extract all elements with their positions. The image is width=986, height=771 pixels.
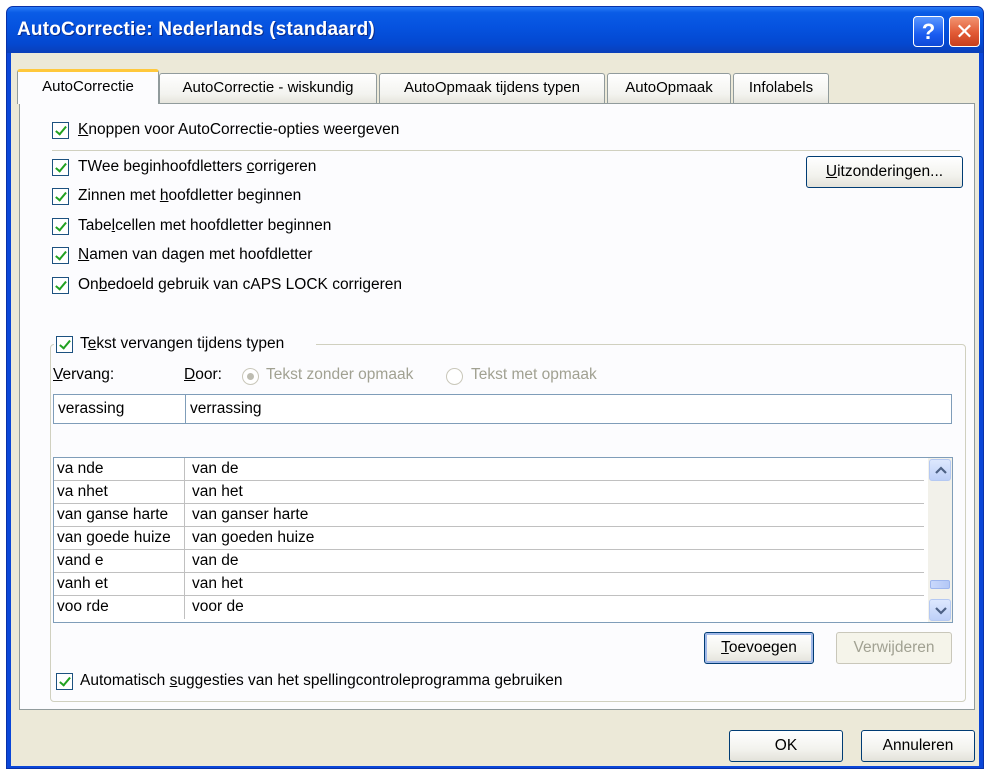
table-row[interactable]: vand e van de — [54, 550, 924, 573]
two-initial-caps-checkbox[interactable] — [52, 159, 69, 176]
with-cell: van de — [192, 552, 239, 569]
dialog-title: AutoCorrectie: Nederlands (standaard) — [17, 19, 375, 40]
with-cell: van het — [192, 575, 243, 592]
scroll-thumb[interactable] — [930, 580, 950, 589]
tab-autoopmaak[interactable]: AutoOpmaak — [607, 73, 731, 103]
plain-text-radio-label[interactable]: Tekst zonder opmaak — [266, 366, 413, 384]
replace-cell: van ganse harte — [54, 504, 185, 527]
replace-cell: voo rde — [54, 596, 185, 619]
replacement-list[interactable]: va nde van de va nhet van het van ganse … — [53, 457, 953, 623]
table-row[interactable]: va nde van de — [54, 458, 924, 481]
with-field-label: Door: — [184, 366, 222, 383]
exceptions-button[interactable]: Uitzonderingen... — [806, 156, 963, 188]
sentence-caps-checkbox[interactable] — [52, 188, 69, 205]
table-row[interactable]: vanh et van het — [54, 573, 924, 596]
plain-text-radio[interactable] — [242, 368, 259, 385]
sentence-caps-label[interactable]: Zinnen met hoofdletter beginnen — [78, 187, 301, 205]
spelling-suggestions-label[interactable]: Automatisch suggesties van het spellingc… — [80, 672, 563, 690]
add-button[interactable]: Toevoegen — [704, 632, 814, 664]
table-row[interactable]: van ganse harte van ganser harte — [54, 504, 924, 527]
ok-button[interactable]: OK — [729, 730, 843, 762]
delete-button[interactable]: Verwijderen — [836, 632, 952, 664]
replace-cell: van goede huize — [54, 527, 185, 550]
day-names-label[interactable]: Namen van dagen met hoofdletter — [78, 246, 312, 264]
replace-text-checkbox[interactable] — [56, 336, 73, 353]
spelling-suggestions-checkbox[interactable] — [56, 673, 73, 690]
replace-cell: va nhet — [54, 481, 185, 504]
replace-cell: vanh et — [54, 573, 185, 596]
tab-autocorrectie-wiskundig[interactable]: AutoCorrectie - wiskundig — [159, 73, 377, 103]
with-cell: van de — [192, 460, 239, 477]
with-cell: voor de — [192, 598, 244, 615]
with-cell: van goeden huize — [192, 529, 315, 546]
tab-autoopmaak-tijdens-typen[interactable]: AutoOpmaak tijdens typen — [379, 73, 605, 103]
caps-lock-checkbox[interactable] — [52, 277, 69, 294]
formatted-text-radio-label[interactable]: Tekst met opmaak — [471, 366, 597, 384]
table-row[interactable]: va nhet van het — [54, 481, 924, 504]
replace-text-label[interactable]: Tekst vervangen tijdens typen — [80, 335, 284, 353]
cancel-button[interactable]: Annuleren — [861, 730, 975, 762]
title-bar[interactable]: AutoCorrectie: Nederlands (standaard) ? … — [7, 7, 983, 53]
dialog-client: AutoCorrectie AutoCorrectie - wiskundig … — [11, 53, 979, 766]
show-buttons-checkbox[interactable] — [52, 122, 69, 139]
day-names-checkbox[interactable] — [52, 247, 69, 264]
table-cell-caps-label[interactable]: Tabelcellen met hoofdletter beginnen — [78, 217, 331, 235]
autocorrect-panel: Knoppen voor AutoCorrectie-opties weerge… — [19, 103, 975, 710]
scroll-down-button[interactable] — [929, 599, 951, 621]
chevron-up-icon — [935, 466, 947, 474]
replace-input[interactable]: verassing — [53, 394, 186, 424]
with-cell: van ganser harte — [192, 506, 309, 523]
tab-autocorrectie[interactable]: AutoCorrectie — [17, 69, 159, 104]
close-button[interactable]: ✕ — [949, 16, 980, 47]
with-cell: van het — [192, 483, 243, 500]
table-cell-caps-checkbox[interactable] — [52, 218, 69, 235]
replace-cell: vand e — [54, 550, 185, 573]
table-row[interactable]: voo rde voor de — [54, 596, 924, 619]
with-input[interactable]: verrassing — [185, 394, 952, 424]
caps-lock-label[interactable]: Onbedoeld gebruik van cAPS LOCK corriger… — [78, 276, 402, 294]
replace-field-label: Vervang: — [53, 366, 115, 383]
tab-infolabels[interactable]: Infolabels — [733, 73, 829, 103]
list-scrollbar[interactable] — [928, 458, 952, 622]
two-initial-caps-label[interactable]: TWee beginhoofdletters corrigeren — [78, 158, 316, 176]
help-button[interactable]: ? — [913, 16, 944, 47]
chevron-down-icon — [935, 607, 947, 615]
formatted-text-radio[interactable] — [446, 368, 463, 385]
table-row[interactable]: van goede huize van goeden huize — [54, 527, 924, 550]
autocorrect-dialog: AutoCorrectie: Nederlands (standaard) ? … — [6, 6, 984, 769]
separator — [52, 150, 960, 151]
replace-cell: va nde — [54, 458, 185, 481]
scroll-up-button[interactable] — [929, 459, 951, 481]
show-buttons-label[interactable]: Knoppen voor AutoCorrectie-opties weerge… — [78, 121, 399, 139]
